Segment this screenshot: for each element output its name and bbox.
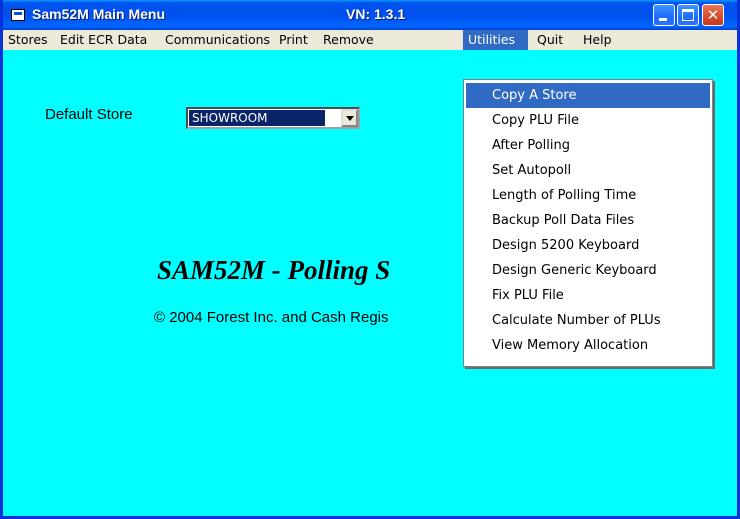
menu-print[interactable]: Print [274,30,313,50]
menu-help[interactable]: Help [578,30,617,50]
menu-item-view-memory-allocation[interactable]: View Memory Allocation [466,333,710,358]
minimize-button[interactable] [653,4,675,26]
default-store-label: Default Store [45,106,133,123]
close-button[interactable]: ✕ [702,4,724,26]
menu-edit-ecr-data[interactable]: Edit ECR Data [55,30,152,50]
default-store-dropdown-button[interactable] [341,109,358,127]
menu-item-copy-plu-file[interactable]: Copy PLU File [466,108,710,133]
title-bar[interactable]: Sam52M Main Menu VN: 1.3.1 ✕ [3,0,737,30]
default-store-select[interactable]: SHOWROOM [186,107,360,129]
copyright-text: © 2004 Forest Inc. and Cash Regis [154,309,389,326]
default-store-value[interactable]: SHOWROOM [188,109,326,127]
menu-item-backup-poll-data-files[interactable]: Backup Poll Data Files [466,208,710,233]
app-icon[interactable] [11,9,25,21]
maximize-button[interactable] [677,4,699,26]
menu-communications[interactable]: Communications [160,30,275,50]
close-icon: ✕ [706,6,720,24]
utilities-dropdown-menu: Copy A Store Copy PLU File After Polling… [463,79,713,367]
menu-item-design-5200-keyboard[interactable]: Design 5200 Keyboard [466,233,710,258]
menu-item-length-of-polling-time[interactable]: Length of Polling Time [466,183,710,208]
menu-item-set-autopoll[interactable]: Set Autopoll [466,158,710,183]
menu-remove[interactable]: Remove [318,30,379,50]
menu-quit[interactable]: Quit [532,30,568,50]
menu-item-calculate-number-of-plus[interactable]: Calculate Number of PLUs [466,308,710,333]
menu-stores[interactable]: Stores [3,30,53,50]
menu-item-after-polling[interactable]: After Polling [466,133,710,158]
menu-bar: Stores Edit ECR Data Communications Prin… [3,30,737,50]
minimize-icon [659,18,667,21]
maximize-icon [682,9,694,21]
menu-utilities[interactable]: Utilities [463,30,528,50]
app-headline: SAM52M - Polling S [157,255,391,285]
menu-item-fix-plu-file[interactable]: Fix PLU File [466,283,710,308]
main-window: Sam52M Main Menu VN: 1.3.1 ✕ Stores Edit… [0,0,740,519]
version-label: VN: 1.3.1 [346,6,406,22]
window-title: Sam52M Main Menu [32,6,166,22]
menu-item-design-generic-keyboard[interactable]: Design Generic Keyboard [466,258,710,283]
dropdown-arrow-icon [346,116,354,121]
menu-item-copy-a-store[interactable]: Copy A Store [466,83,710,108]
